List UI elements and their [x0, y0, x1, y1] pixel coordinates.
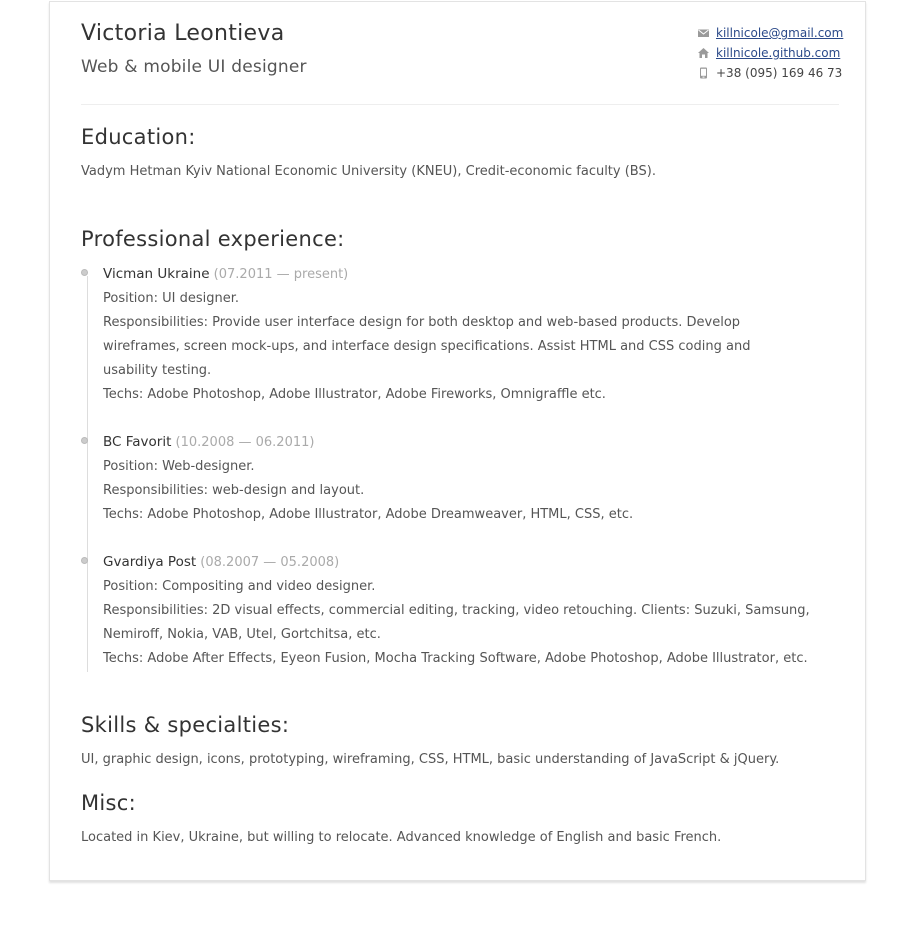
home-icon	[698, 48, 709, 58]
skills-heading: Skills & specialties:	[81, 713, 290, 737]
job-position: Position: Web-designer.	[103, 459, 255, 474]
job-header: BC Favorit (10.2008 — 06.2011)	[103, 430, 839, 455]
job-dates: (08.2007 — 05.2008)	[200, 555, 340, 570]
job-techs: Techs: Adobe Photoshop, Adobe Illustrato…	[103, 387, 606, 402]
contact-phone: +38 (095) 169 46 73	[697, 63, 857, 83]
contact-email: killnicole@gmail.com	[697, 23, 857, 43]
job-position: Position: Compositing and video designer…	[103, 579, 376, 594]
email-link[interactable]: killnicole@gmail.com	[716, 26, 843, 40]
job-techs: Techs: Adobe After Effects, Eyeon Fusion…	[103, 651, 808, 666]
job-company: Vicman Ukraine	[103, 266, 210, 282]
job-entry: Vicman Ukraine (07.2011 — present) Posit…	[81, 262, 839, 407]
job-dates: (10.2008 — 06.2011)	[175, 435, 315, 450]
person-name: Victoria Leontieva	[81, 21, 285, 46]
timeline-bullet	[81, 269, 88, 276]
contact-site: killnicole.github.com	[697, 43, 857, 63]
job-responsibilities: Responsibilities: 2D visual effects, com…	[103, 603, 810, 642]
mail-icon	[698, 29, 709, 37]
job-header: Vicman Ukraine (07.2011 — present)	[103, 262, 839, 287]
phone-icon	[700, 67, 707, 79]
site-link[interactable]: killnicole.github.com	[716, 46, 840, 60]
education-text: Vadym Hetman Kyiv National Economic Univ…	[81, 164, 656, 179]
job-entry: Gvardiya Post (08.2007 — 05.2008) Positi…	[81, 550, 839, 671]
job-company: Gvardiya Post	[103, 554, 197, 570]
misc-text: Located in Kiev, Ukraine, but willing to…	[81, 830, 722, 845]
job-techs: Techs: Adobe Photoshop, Adobe Illustrato…	[103, 507, 634, 522]
job-dates: (07.2011 — present)	[213, 267, 349, 282]
header-divider	[81, 104, 839, 105]
experience-timeline	[87, 276, 88, 672]
job-responsibilities: Responsibilities: web-design and layout.	[103, 483, 365, 498]
experience-heading: Professional experience:	[81, 227, 345, 251]
skills-text: UI, graphic design, icons, prototyping, …	[81, 752, 780, 767]
timeline-bullet	[81, 437, 88, 444]
person-title: Web & mobile UI designer	[81, 57, 307, 77]
job-entry: BC Favorit (10.2008 — 06.2011) Position:…	[81, 430, 839, 527]
contact-list: killnicole@gmail.com killnicole.github.c…	[697, 23, 857, 83]
job-position: Position: UI designer.	[103, 291, 240, 306]
resume-page: Victoria Leontieva Web & mobile UI desig…	[49, 1, 866, 881]
education-heading: Education:	[81, 125, 196, 149]
misc-heading: Misc:	[81, 791, 137, 815]
timeline-bullet	[81, 557, 88, 564]
job-header: Gvardiya Post (08.2007 — 05.2008)	[103, 550, 839, 575]
phone-number: +38 (095) 169 46 73	[716, 66, 843, 80]
job-responsibilities: Responsibilities: Provide user interface…	[103, 315, 751, 378]
job-company: BC Favorit	[103, 434, 172, 450]
